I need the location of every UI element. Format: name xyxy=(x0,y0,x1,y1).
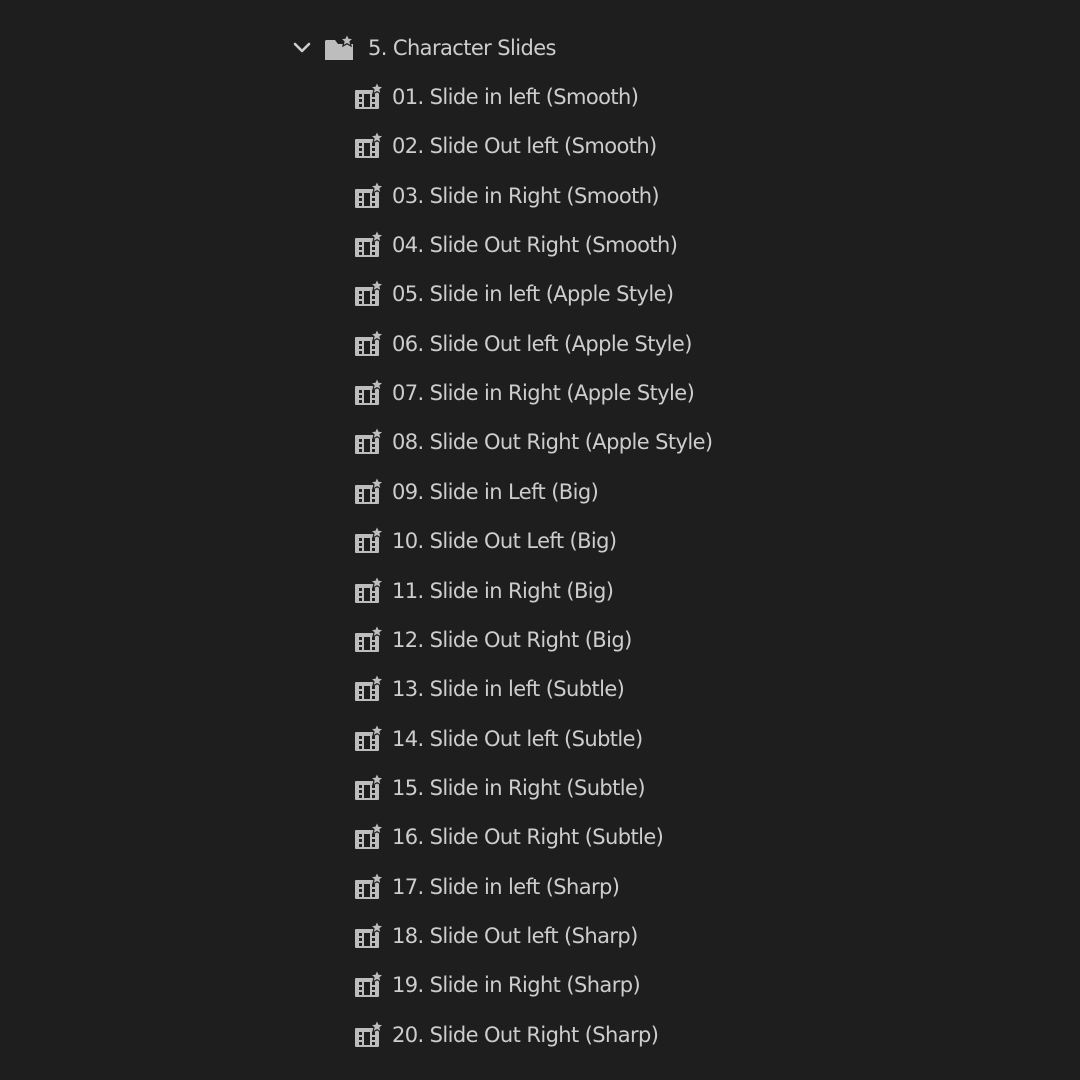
motion-preset-icon xyxy=(354,328,384,359)
motion-preset-icon xyxy=(354,180,384,211)
motion-preset-icon xyxy=(354,575,384,606)
motion-preset-icon xyxy=(354,723,384,754)
preset-item[interactable]: 18. Slide Out left (Sharp) xyxy=(354,916,638,956)
preset-item-label: 11. Slide in Right (Big) xyxy=(392,578,614,603)
preset-item-label: 10. Slide Out Left (Big) xyxy=(392,529,617,554)
preset-item-label: 13. Slide in left (Subtle) xyxy=(392,677,625,702)
motion-preset-icon xyxy=(354,279,384,309)
preset-item[interactable]: 01. Slide in left (Smooth) xyxy=(354,77,639,117)
motion-preset-icon xyxy=(354,1019,384,1050)
preset-item-label: 17. Slide in left (Sharp) xyxy=(392,874,620,899)
preset-item-label: 14. Slide Out left (Subtle) xyxy=(392,726,643,751)
motion-preset-icon xyxy=(354,674,384,704)
preset-item[interactable]: 14. Slide Out left (Subtle) xyxy=(354,719,643,759)
preset-item-label: 07. Slide in Right (Apple Style) xyxy=(392,381,695,406)
preset-item[interactable]: 17. Slide in left (Sharp) xyxy=(354,867,620,907)
preset-item[interactable]: 19. Slide in Right (Sharp) xyxy=(354,965,641,1005)
preset-item[interactable]: 03. Slide in Right (Smooth) xyxy=(354,176,660,216)
preset-item-label: 16. Slide Out Right (Subtle) xyxy=(392,825,664,850)
preset-item[interactable]: 05. Slide in left (Apple Style) xyxy=(354,274,674,314)
preset-item[interactable]: 04. Slide Out Right (Smooth) xyxy=(354,225,678,265)
motion-preset-icon xyxy=(354,624,384,655)
motion-preset-icon xyxy=(354,378,384,408)
preset-folder-icon xyxy=(324,34,356,62)
preset-item[interactable]: 07. Slide in Right (Apple Style) xyxy=(354,373,695,413)
preset-item-label: 08. Slide Out Right (Apple Style) xyxy=(392,430,713,455)
folder-label: 5. Character Slides xyxy=(368,36,556,60)
motion-preset-icon xyxy=(354,822,384,852)
motion-preset-icon xyxy=(354,82,384,112)
preset-item-label: 01. Slide in left (Smooth) xyxy=(392,85,639,109)
motion-preset-icon xyxy=(354,772,384,803)
preset-item-label: 05. Slide in left (Apple Style) xyxy=(392,282,674,307)
motion-preset-icon xyxy=(354,970,384,1000)
motion-preset-icon xyxy=(354,921,384,951)
preset-item[interactable]: 10. Slide Out Left (Big) xyxy=(354,521,617,561)
preset-item-label: 18. Slide Out left (Sharp) xyxy=(392,924,638,948)
preset-item[interactable]: 02. Slide Out left (Smooth) xyxy=(354,126,657,166)
preset-item[interactable]: 12. Slide Out Right (Big) xyxy=(354,620,632,660)
motion-preset-icon xyxy=(354,871,384,902)
preset-item[interactable]: 09. Slide in Left (Big) xyxy=(354,472,599,512)
preset-item[interactable]: 08. Slide Out Right (Apple Style) xyxy=(354,422,713,462)
motion-preset-icon xyxy=(354,476,384,507)
motion-preset-icon xyxy=(354,427,384,457)
preset-item-label: 06. Slide Out left (Apple Style) xyxy=(392,331,692,356)
motion-preset-icon xyxy=(354,131,384,161)
preset-item[interactable]: 15. Slide in Right (Subtle) xyxy=(354,768,646,808)
effects-panel: 5. Character Slides 01. Slide in left (S… xyxy=(0,0,1080,1080)
preset-item-label: 12. Slide Out Right (Big) xyxy=(392,627,632,652)
preset-item[interactable]: 11. Slide in Right (Big) xyxy=(354,571,614,611)
preset-item-label: 20. Slide Out Right (Sharp) xyxy=(392,1022,659,1047)
folder-row-character-slides[interactable]: 5. Character Slides xyxy=(290,28,556,68)
chevron-down-icon[interactable] xyxy=(290,36,314,60)
preset-item[interactable]: 13. Slide in left (Subtle) xyxy=(354,669,625,709)
preset-item-label: 03. Slide in Right (Smooth) xyxy=(392,183,660,208)
preset-item[interactable]: 16. Slide Out Right (Subtle) xyxy=(354,817,664,857)
preset-item-label: 04. Slide Out Right (Smooth) xyxy=(392,233,678,258)
preset-item[interactable]: 20. Slide Out Right (Sharp) xyxy=(354,1015,659,1055)
motion-preset-icon xyxy=(354,230,384,260)
motion-preset-icon xyxy=(354,526,384,556)
preset-item-label: 09. Slide in Left (Big) xyxy=(392,479,599,504)
preset-item-label: 19. Slide in Right (Sharp) xyxy=(392,973,641,998)
preset-item[interactable]: 06. Slide Out left (Apple Style) xyxy=(354,324,692,364)
preset-item-label: 15. Slide in Right (Subtle) xyxy=(392,775,646,800)
preset-item-label: 02. Slide Out left (Smooth) xyxy=(392,134,657,159)
